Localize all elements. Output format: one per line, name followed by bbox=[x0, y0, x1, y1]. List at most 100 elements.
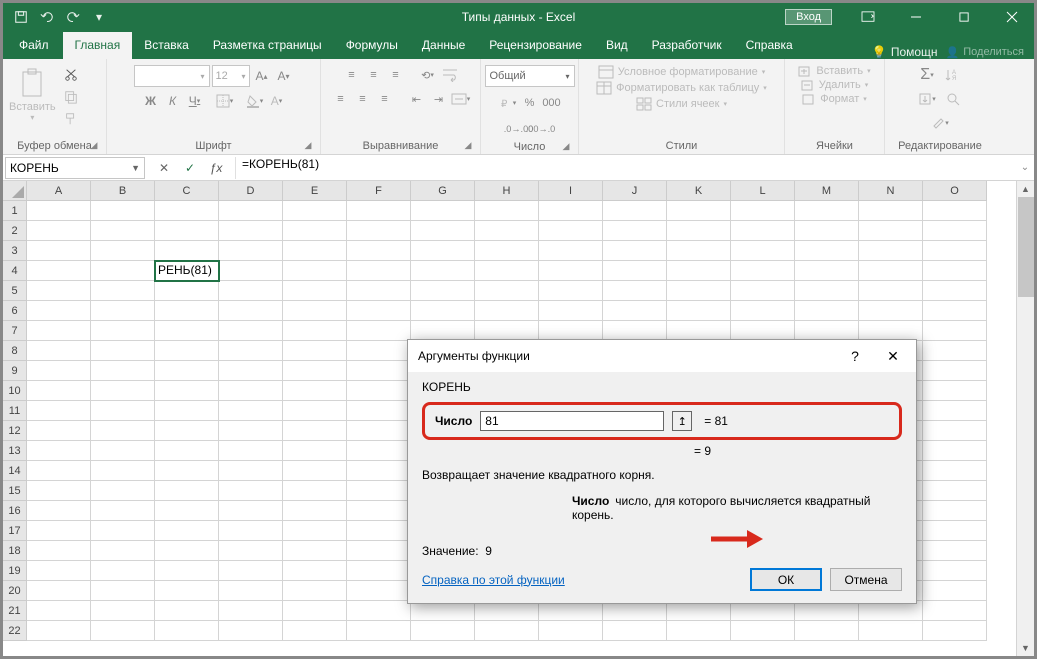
cell[interactable] bbox=[795, 201, 859, 221]
cell[interactable] bbox=[283, 381, 347, 401]
row-header[interactable]: 2 bbox=[3, 221, 27, 241]
cell[interactable] bbox=[603, 601, 667, 621]
cell[interactable] bbox=[27, 621, 91, 641]
cell[interactable] bbox=[923, 461, 987, 481]
border-icon[interactable]: ▾ bbox=[215, 91, 235, 111]
cell[interactable] bbox=[667, 261, 731, 281]
cell[interactable] bbox=[347, 281, 411, 301]
cell[interactable] bbox=[347, 221, 411, 241]
cell[interactable] bbox=[155, 461, 219, 481]
cell[interactable] bbox=[91, 321, 155, 341]
decrease-decimal-icon[interactable]: .00→.0 bbox=[531, 119, 551, 139]
align-middle-icon[interactable]: ≡ bbox=[364, 65, 384, 85]
cell[interactable] bbox=[539, 201, 603, 221]
cell[interactable] bbox=[283, 621, 347, 641]
underline-button[interactable]: Ч▾ bbox=[185, 91, 205, 111]
cell[interactable] bbox=[731, 241, 795, 261]
bold-button[interactable]: Ж bbox=[141, 91, 161, 111]
cell[interactable] bbox=[539, 281, 603, 301]
row-header[interactable]: 7 bbox=[3, 321, 27, 341]
cell[interactable] bbox=[91, 341, 155, 361]
cell[interactable] bbox=[859, 221, 923, 241]
cell[interactable] bbox=[155, 521, 219, 541]
dialog-launcher-icon[interactable]: ◢ bbox=[302, 140, 314, 152]
row-header[interactable]: 4 bbox=[3, 261, 27, 281]
argument-input[interactable] bbox=[480, 411, 664, 431]
cell[interactable] bbox=[923, 501, 987, 521]
cell[interactable] bbox=[155, 341, 219, 361]
cell[interactable] bbox=[27, 461, 91, 481]
cell[interactable] bbox=[859, 301, 923, 321]
dialog-help-icon[interactable]: ? bbox=[842, 345, 868, 367]
cell[interactable] bbox=[283, 601, 347, 621]
cell[interactable] bbox=[219, 321, 283, 341]
column-header[interactable]: F bbox=[347, 181, 411, 201]
cell[interactable] bbox=[411, 201, 475, 221]
cell[interactable] bbox=[795, 281, 859, 301]
cell[interactable] bbox=[603, 261, 667, 281]
cell[interactable] bbox=[475, 221, 539, 241]
cell[interactable] bbox=[91, 381, 155, 401]
cell[interactable] bbox=[731, 321, 795, 341]
name-box[interactable]: КОРЕНЬ▼ bbox=[5, 157, 145, 179]
cell[interactable] bbox=[219, 481, 283, 501]
cell[interactable] bbox=[475, 301, 539, 321]
cell[interactable] bbox=[603, 221, 667, 241]
share-button[interactable]: 👤Поделиться bbox=[946, 46, 1024, 59]
merge-cells-icon[interactable]: ▾ bbox=[451, 89, 471, 109]
font-size-combo[interactable]: 12▾ bbox=[212, 65, 250, 87]
cell[interactable] bbox=[27, 221, 91, 241]
close-button[interactable] bbox=[990, 3, 1034, 31]
insert-cells-button[interactable]: Вставить▾ bbox=[798, 65, 870, 77]
align-top-icon[interactable]: ≡ bbox=[342, 65, 362, 85]
column-header[interactable]: N bbox=[859, 181, 923, 201]
cell[interactable] bbox=[155, 401, 219, 421]
cell[interactable] bbox=[91, 561, 155, 581]
cell[interactable] bbox=[219, 201, 283, 221]
cell[interactable] bbox=[283, 581, 347, 601]
cell[interactable] bbox=[795, 321, 859, 341]
cell[interactable] bbox=[283, 281, 347, 301]
cell[interactable] bbox=[91, 621, 155, 641]
row-header[interactable]: 12 bbox=[3, 421, 27, 441]
cell[interactable] bbox=[27, 301, 91, 321]
cell[interactable] bbox=[795, 261, 859, 281]
cell[interactable] bbox=[27, 401, 91, 421]
tab-home[interactable]: Главная bbox=[63, 32, 133, 59]
cell[interactable] bbox=[27, 481, 91, 501]
function-help-link[interactable]: Справка по этой функции bbox=[422, 573, 565, 587]
fill-icon[interactable]: ▾ bbox=[917, 89, 937, 109]
cell[interactable] bbox=[91, 461, 155, 481]
column-header[interactable]: H bbox=[475, 181, 539, 201]
cell[interactable] bbox=[475, 241, 539, 261]
cell[interactable] bbox=[603, 281, 667, 301]
cell[interactable] bbox=[155, 481, 219, 501]
cell[interactable] bbox=[155, 441, 219, 461]
format-as-table-button[interactable]: Форматировать как таблицу▾ bbox=[596, 81, 767, 95]
cell[interactable] bbox=[219, 341, 283, 361]
cell[interactable] bbox=[155, 561, 219, 581]
row-header[interactable]: 19 bbox=[3, 561, 27, 581]
cell[interactable] bbox=[539, 621, 603, 641]
cell[interactable] bbox=[27, 561, 91, 581]
cell[interactable] bbox=[155, 281, 219, 301]
cell[interactable] bbox=[219, 381, 283, 401]
cell[interactable] bbox=[91, 441, 155, 461]
cell[interactable] bbox=[603, 621, 667, 641]
cell[interactable] bbox=[923, 281, 987, 301]
cell[interactable] bbox=[923, 481, 987, 501]
cell[interactable] bbox=[155, 581, 219, 601]
align-left-icon[interactable]: ≡ bbox=[331, 89, 351, 109]
autosum-icon[interactable]: Σ▾ bbox=[917, 65, 937, 85]
cell[interactable] bbox=[667, 301, 731, 321]
maximize-button[interactable] bbox=[942, 3, 986, 31]
cell[interactable] bbox=[411, 281, 475, 301]
cell[interactable] bbox=[283, 221, 347, 241]
copy-icon[interactable] bbox=[60, 87, 82, 107]
cell[interactable] bbox=[155, 501, 219, 521]
collapse-dialog-icon[interactable]: ↥ bbox=[672, 411, 692, 431]
cell[interactable] bbox=[91, 421, 155, 441]
column-header[interactable]: D bbox=[219, 181, 283, 201]
italic-button[interactable]: К bbox=[163, 91, 183, 111]
cell[interactable] bbox=[347, 201, 411, 221]
